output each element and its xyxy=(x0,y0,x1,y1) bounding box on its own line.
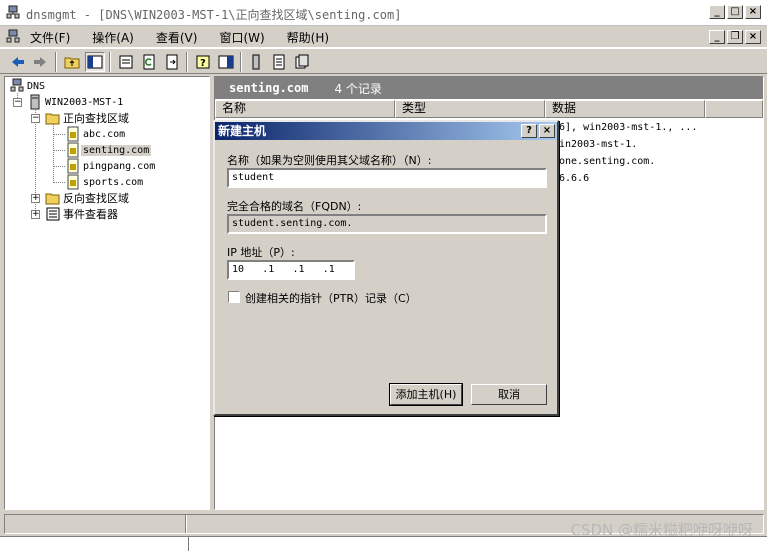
ptr-label[interactable]: 创建相关的指针（PTR）记录（C） xyxy=(245,290,417,306)
forward-icon[interactable] xyxy=(30,52,50,72)
tree-item-zone-sports[interactable]: sports.com xyxy=(65,174,145,190)
folder-icon xyxy=(45,193,60,205)
menu-bar: 文件(F) 操作(A) 查看(V) 窗口(W) 帮助(H) _ ❐ × xyxy=(0,26,767,48)
show-hide-tree-icon[interactable] xyxy=(85,52,105,72)
new-domain-icon[interactable] xyxy=(292,52,312,72)
refresh-icon[interactable] xyxy=(139,52,159,72)
cancel-button[interactable]: 取消 xyxy=(471,384,547,405)
zone-file-icon xyxy=(67,126,79,142)
add-host-button[interactable]: 添加主机(H) xyxy=(389,383,463,406)
column-filler xyxy=(705,100,763,118)
tree-item-event-viewer[interactable]: 事件查看器 xyxy=(45,206,120,222)
event-viewer-icon xyxy=(46,207,60,221)
mdi-minimize-button[interactable]: _ xyxy=(709,30,725,44)
expand-reverse-zone-icon[interactable]: + xyxy=(31,194,40,203)
tree-label-zone: pingpang.com xyxy=(83,160,156,172)
svg-text:?: ? xyxy=(200,58,206,69)
tree-item-reverse-zone[interactable]: 反向查找区域 xyxy=(45,190,131,206)
close-button[interactable]: × xyxy=(745,5,761,19)
ip-address-input[interactable]: 10 .1 .1 .1 xyxy=(227,260,355,280)
back-icon[interactable] xyxy=(8,52,28,72)
ip-label: IP 地址（P）: xyxy=(227,246,295,259)
zone-file-icon xyxy=(67,142,79,158)
dns-app-icon xyxy=(6,5,20,19)
ip-octet-2[interactable]: .1 xyxy=(262,262,292,278)
tree-label-reverse-zone: 反向查找区域 xyxy=(63,192,129,205)
tree-label-forward-zone: 正向查找区域 xyxy=(63,112,129,125)
console-tree[interactable]: DNS − WIN2003-MST-1 − 正向查找区域 abc.com sen… xyxy=(4,76,210,510)
taskbar-strip xyxy=(0,536,767,551)
tree-item-dns[interactable]: DNS xyxy=(9,78,47,94)
expand-event-viewer-icon[interactable]: + xyxy=(31,210,40,219)
mmc-document-icon[interactable] xyxy=(5,29,21,45)
results-header: senting.com 4 个记录 xyxy=(215,77,763,99)
mdi-close-button[interactable]: × xyxy=(745,30,761,44)
tree-item-server[interactable]: WIN2003-MST-1 xyxy=(27,94,125,110)
window-title: dnsmgmt - [DNS\WIN2003-MST-1\正向查找区域\sent… xyxy=(26,8,402,22)
menu-help[interactable]: 帮助(H) xyxy=(287,29,329,46)
ip-octet-3[interactable]: .1 xyxy=(293,262,323,278)
record-data-cell[interactable]: one.senting.com. xyxy=(559,156,655,167)
name-input[interactable]: student xyxy=(227,168,547,188)
tree-item-forward-zone[interactable]: 正向查找区域 xyxy=(45,110,131,126)
tree-item-zone-senting[interactable]: senting.com xyxy=(65,142,152,158)
maximize-button[interactable]: □ xyxy=(727,5,743,19)
minimize-button[interactable]: _ xyxy=(709,5,725,19)
new-record-icon[interactable] xyxy=(269,52,289,72)
folder-open-icon xyxy=(45,113,60,125)
tree-label-zone: sports.com xyxy=(83,176,144,188)
ptr-checkbox[interactable] xyxy=(228,291,240,303)
dialog-help-button[interactable]: ? xyxy=(521,124,537,138)
title-bar: dnsmgmt - [DNS\WIN2003-MST-1\正向查找区域\sent… xyxy=(0,0,767,26)
dns-icon xyxy=(10,78,24,92)
server-icon[interactable] xyxy=(246,52,266,72)
mdi-restore-button[interactable]: ❐ xyxy=(727,30,743,44)
ip-octet-4[interactable]: .1 xyxy=(323,262,353,278)
tree-label-zone: abc.com xyxy=(83,128,126,140)
collapse-server-icon[interactable]: − xyxy=(13,98,22,107)
menu-action[interactable]: 操作(A) xyxy=(92,29,134,46)
record-data-cell[interactable]: in2003-mst-1. xyxy=(559,139,637,150)
collapse-forward-zone-icon[interactable]: − xyxy=(31,114,40,123)
toolbar: ? xyxy=(0,48,767,74)
new-host-dialog: 新建主机 ? × 名称（如果为空则使用其父域名称）（N）: student 完全… xyxy=(213,120,559,416)
record-count: 4 个记录 xyxy=(334,81,382,96)
up-one-level-icon[interactable] xyxy=(62,52,82,72)
menu-view[interactable]: 查看(V) xyxy=(156,29,198,46)
column-name-header[interactable]: 名称 xyxy=(215,100,395,118)
column-headers: 名称 类型 数据 xyxy=(215,100,763,118)
record-data-cell[interactable]: 6], win2003-mst-1., ... xyxy=(559,122,697,133)
tree-item-zone-pingpang[interactable]: pingpang.com xyxy=(65,158,157,174)
fqdn-field: student.senting.com. xyxy=(227,214,547,234)
zone-name-header: senting.com xyxy=(229,81,309,95)
column-type-header[interactable]: 类型 xyxy=(395,100,545,118)
tree-label-dns: DNS xyxy=(27,80,46,92)
tree-label-zone-selected: senting.com xyxy=(81,144,152,156)
zone-file-icon xyxy=(67,158,79,174)
properties-icon[interactable] xyxy=(116,52,136,72)
menu-file[interactable]: 文件(F) xyxy=(30,29,70,46)
tree-label-server: WIN2003-MST-1 xyxy=(45,96,124,108)
dialog-close-button[interactable]: × xyxy=(539,124,555,138)
menu-window[interactable]: 窗口(W) xyxy=(219,29,264,46)
console-tree-icon[interactable] xyxy=(216,52,236,72)
dialog-title: 新建主机 xyxy=(218,124,267,138)
name-label: 名称（如果为空则使用其父域名称）（N）: xyxy=(227,154,432,167)
server-icon xyxy=(30,94,40,110)
zone-file-icon xyxy=(67,174,79,190)
tree-label-event-viewer: 事件查看器 xyxy=(63,208,118,221)
fqdn-label: 完全合格的域名（FQDN）: xyxy=(227,200,362,213)
tree-item-zone-abc[interactable]: abc.com xyxy=(65,126,127,142)
help-icon[interactable]: ? xyxy=(193,52,213,72)
dialog-title-bar: 新建主机 ? × xyxy=(215,122,557,140)
export-list-icon[interactable] xyxy=(162,52,182,72)
record-data-cell[interactable]: 6.6.6 xyxy=(559,173,589,184)
column-data-header[interactable]: 数据 xyxy=(545,100,705,118)
ip-octet-1[interactable]: 10 xyxy=(232,262,262,278)
